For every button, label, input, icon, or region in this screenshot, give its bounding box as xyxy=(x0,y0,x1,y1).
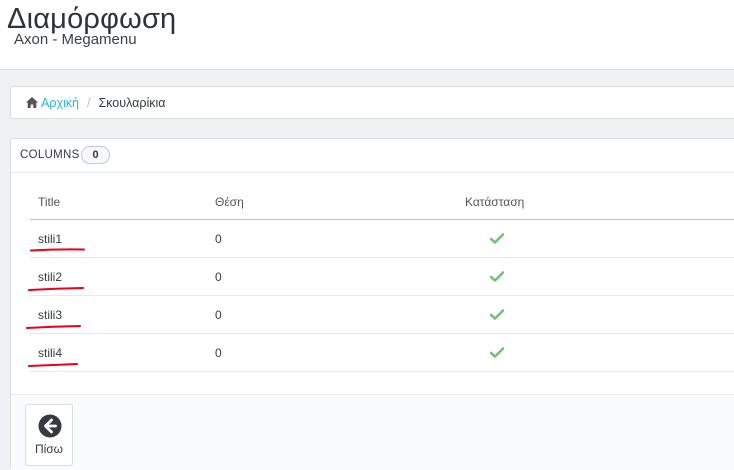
arrow-left-circle-icon xyxy=(38,414,62,438)
annotation-underline xyxy=(30,248,85,252)
column-header-title[interactable]: Title xyxy=(38,195,60,209)
table-row[interactable]: stili1 0 xyxy=(30,220,734,258)
page-subtitle: Axon - Megamenu xyxy=(14,31,137,48)
panel-heading: COLUMNS 0 xyxy=(11,139,734,173)
breadcrumb-current: Σκουλαρίκια xyxy=(98,95,166,110)
breadcrumb: Αρχική / Σκουλαρίκια xyxy=(10,86,734,119)
home-icon[interactable] xyxy=(26,97,38,108)
columns-panel: COLUMNS 0 Title Θέση Κατάσταση stili1 0 … xyxy=(10,138,734,470)
count-badge: 0 xyxy=(81,146,110,164)
column-header-position[interactable]: Θέση xyxy=(215,195,244,209)
check-icon[interactable] xyxy=(490,347,504,358)
row-title[interactable]: stili3 xyxy=(38,308,62,322)
table-row[interactable]: stili2 0 xyxy=(28,258,734,296)
table-row[interactable]: stili3 0 xyxy=(26,296,734,334)
table-row[interactable]: stili4 0 xyxy=(28,334,734,372)
check-icon[interactable] xyxy=(490,233,504,244)
row-title[interactable]: stili2 xyxy=(38,270,62,284)
table-header: Title Θέση Κατάσταση xyxy=(30,188,734,220)
row-position: 0 xyxy=(215,346,222,360)
annotation-underline xyxy=(28,287,84,291)
row-title[interactable]: stili4 xyxy=(38,346,62,360)
panel-heading-label: COLUMNS xyxy=(20,149,80,161)
panel-footer: Πίσω xyxy=(11,394,734,470)
column-header-status[interactable]: Κατάσταση xyxy=(465,195,524,209)
row-position: 0 xyxy=(215,308,222,322)
row-position: 0 xyxy=(215,270,222,284)
row-title[interactable]: stili1 xyxy=(38,232,62,246)
annotation-underline xyxy=(26,325,81,329)
breadcrumb-home-link[interactable]: Αρχική xyxy=(41,96,79,110)
annotation-underline xyxy=(28,363,78,367)
row-position: 0 xyxy=(215,232,222,246)
check-icon[interactable] xyxy=(490,309,504,320)
back-button-label: Πίσω xyxy=(34,442,64,456)
page-header: Διαμόρφωση Axon - Megamenu xyxy=(0,0,734,70)
check-icon[interactable] xyxy=(490,271,504,282)
breadcrumb-separator: / xyxy=(87,95,91,110)
back-button[interactable]: Πίσω xyxy=(25,404,73,466)
